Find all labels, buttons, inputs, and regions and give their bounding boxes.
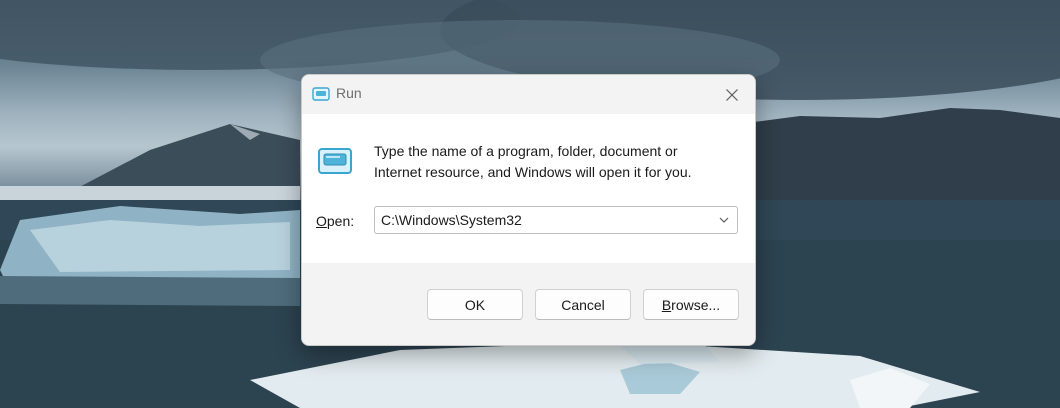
dialog-description: Type the name of a program, folder, docu… (374, 141, 744, 183)
open-input[interactable] (375, 207, 705, 233)
browse-mnemonic: B (661, 296, 672, 313)
dialog-content: Type the name of a program, folder, docu… (302, 114, 755, 263)
open-label: Open: (316, 213, 354, 229)
open-label-rest: pen: (326, 213, 355, 229)
open-combobox[interactable] (374, 206, 738, 234)
run-dialog: Run Type the name of a program, folder, … (301, 74, 756, 346)
close-button[interactable] (709, 75, 755, 114)
cancel-button[interactable]: Cancel (535, 289, 631, 320)
description-line-1: Type the name of a program, folder, docu… (374, 143, 678, 159)
title-bar[interactable]: Run (302, 75, 755, 114)
run-icon (318, 148, 352, 174)
open-dropdown-button[interactable] (711, 207, 737, 233)
description-line-2: Internet resource, and Windows will open… (374, 164, 692, 180)
run-icon (312, 87, 330, 101)
open-label-mnemonic: O (316, 213, 327, 229)
browse-button[interactable]: Browse... (643, 289, 739, 320)
browse-rest: rowse... (671, 296, 721, 313)
desktop: Run Type the name of a program, folder, … (0, 0, 1060, 408)
close-icon (726, 88, 738, 101)
dialog-footer: OK Cancel Browse... (302, 263, 755, 345)
window-title: Run (336, 85, 362, 101)
ok-button[interactable]: OK (427, 289, 523, 320)
chevron-down-icon (719, 217, 729, 223)
